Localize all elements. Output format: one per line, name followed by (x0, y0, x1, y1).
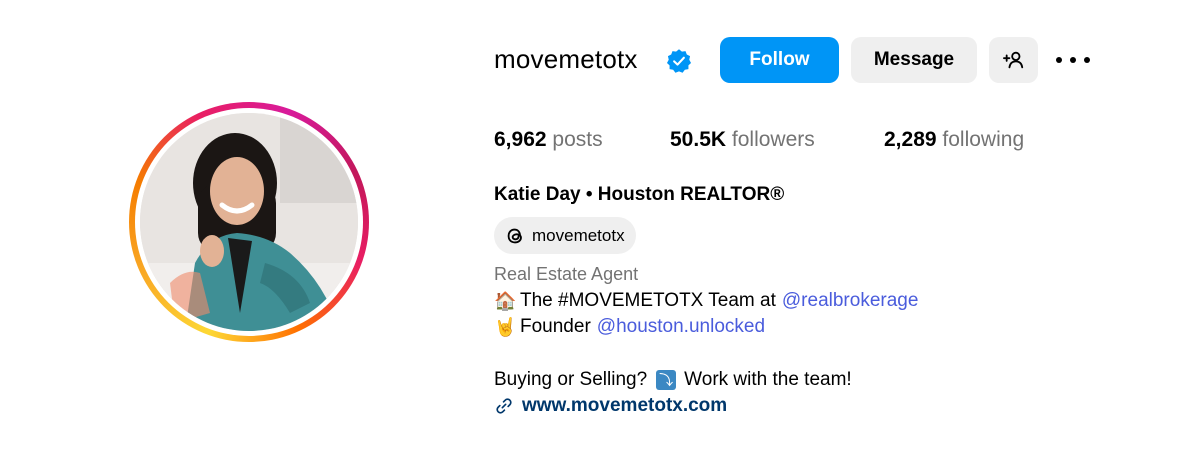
verified-badge-icon (666, 49, 692, 73)
bio-text: Work with the team! (684, 369, 852, 390)
following-stat[interactable]: 2,289 following (884, 128, 1024, 152)
bio-text: The #MOVEMETOTX Team at (520, 290, 776, 311)
profile-category: Real Estate Agent (494, 264, 639, 284)
posts-label: posts (552, 128, 603, 151)
rock-hand-icon: 🤘 (494, 316, 517, 338)
more-dot (1070, 57, 1076, 63)
add-user-icon (1002, 51, 1023, 69)
profile-full-name: Katie Day • Houston REALTOR® (494, 184, 785, 205)
message-button[interactable]: Message (851, 37, 977, 83)
link-icon (496, 398, 512, 414)
threads-icon (507, 228, 522, 243)
house-icon: 🏠 (494, 290, 517, 312)
avatar-photo (140, 113, 358, 331)
followers-count: 50.5K (670, 128, 727, 151)
bio-text: Buying or Selling? (494, 369, 648, 390)
posts-count: 6,962 (494, 128, 547, 151)
mention-link[interactable]: @realbrokerage (782, 290, 919, 312)
followers-label: followers (731, 128, 815, 151)
threads-link[interactable]: movemetotx (494, 217, 636, 254)
website-link[interactable]: www.movemetotx.com (494, 395, 727, 417)
mention-link[interactable]: @houston.unlocked (597, 316, 765, 338)
posts-stat: 6,962 posts (494, 128, 603, 152)
story-ring[interactable] (129, 102, 369, 342)
bio-line: 🏠 The #MOVEMETOTX Team at @realbrokerage (494, 290, 918, 312)
threads-handle: movemetotx (532, 225, 625, 245)
more-dot (1056, 57, 1062, 63)
following-count: 2,289 (884, 128, 937, 151)
bio-line: Buying or Selling? ⤵ Work with the team! (494, 369, 852, 391)
profile-username: movemetotx (494, 44, 638, 74)
suggest-accounts-button[interactable] (989, 37, 1038, 83)
following-label: following (942, 128, 1025, 151)
arrow-down-icon: ⤵ (656, 370, 677, 390)
avatar-border (135, 108, 363, 336)
bio-line: 🤘 Founder @houston.unlocked (494, 316, 765, 338)
bio-text: Founder (520, 316, 591, 337)
follow-button[interactable]: Follow (720, 37, 839, 83)
more-dot (1084, 57, 1090, 63)
avatar[interactable] (140, 113, 358, 331)
followers-stat[interactable]: 50.5K followers (670, 128, 815, 152)
more-options-icon[interactable] (1056, 48, 1090, 72)
website-url: www.movemetotx.com (522, 395, 728, 416)
